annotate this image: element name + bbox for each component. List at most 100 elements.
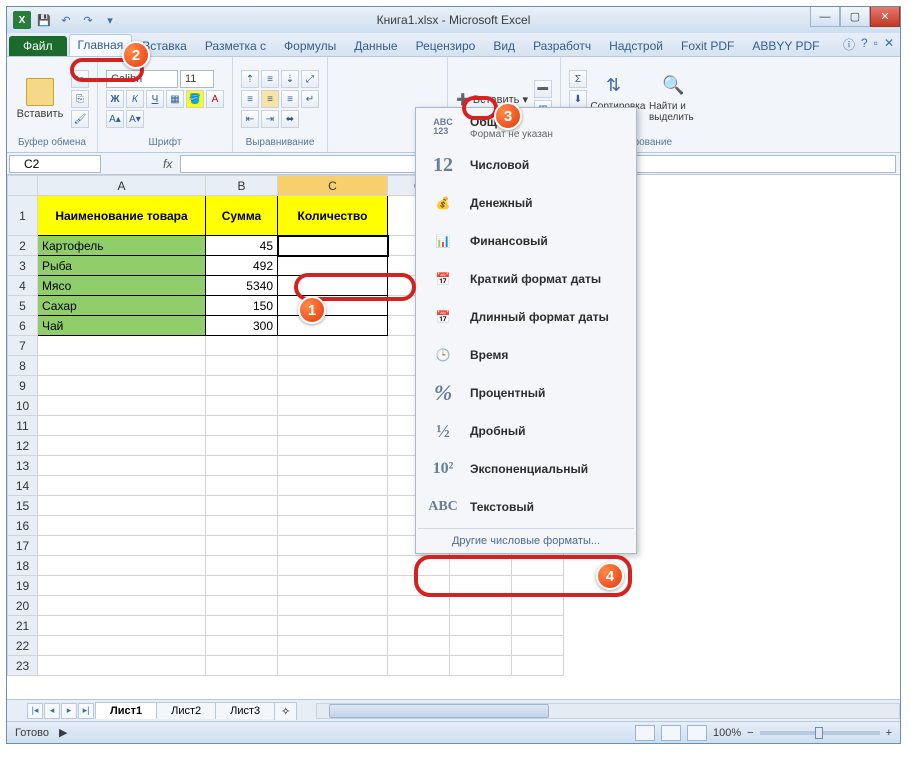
- cell-c3[interactable]: [278, 256, 388, 276]
- qat-customize-button[interactable]: ▾: [101, 11, 119, 29]
- tab-home[interactable]: Главная: [69, 34, 133, 56]
- sheet-tab-1[interactable]: Лист1: [95, 702, 157, 719]
- cell-a1[interactable]: Наименование товара: [38, 196, 206, 236]
- help-button[interactable]: ?: [861, 36, 868, 53]
- zoom-in-button[interactable]: +: [886, 727, 892, 739]
- maximize-button[interactable]: ▢: [840, 7, 870, 27]
- increase-indent-button[interactable]: ⇥: [261, 110, 279, 128]
- cell-a3[interactable]: Рыба: [38, 256, 206, 276]
- format-percent[interactable]: % Процентный: [416, 374, 636, 412]
- format-number[interactable]: 12 Числовой: [416, 146, 636, 184]
- qat-redo-button[interactable]: ↷: [79, 11, 97, 29]
- view-pagebreak-button[interactable]: [687, 725, 707, 741]
- tab-view[interactable]: Вид: [485, 36, 523, 56]
- format-text[interactable]: ABC Текстовый: [416, 488, 636, 526]
- scroll-thumb[interactable]: [329, 704, 549, 718]
- select-all-corner[interactable]: [8, 176, 38, 196]
- align-middle-button[interactable]: ≡: [261, 70, 279, 88]
- cut-button[interactable]: ✂: [71, 70, 89, 88]
- tab-review[interactable]: Рецензиро: [408, 36, 484, 56]
- paste-button[interactable]: Вставить: [15, 78, 65, 120]
- horizontal-scrollbar[interactable]: [316, 703, 900, 719]
- cell-c1[interactable]: Количество: [278, 196, 388, 236]
- close-button[interactable]: ✕: [870, 7, 900, 27]
- cell-c4[interactable]: [278, 276, 388, 296]
- zoom-level[interactable]: 100%: [713, 727, 741, 739]
- cell-b4[interactable]: 5340: [206, 276, 278, 296]
- fill-color-button[interactable]: 🪣: [186, 90, 204, 108]
- align-center-button[interactable]: ≡: [261, 90, 279, 108]
- align-right-button[interactable]: ≡: [281, 90, 299, 108]
- cell-a4[interactable]: Мясо: [38, 276, 206, 296]
- orientation-button[interactable]: ⤢: [301, 70, 319, 88]
- wrap-text-button[interactable]: ↵: [301, 90, 319, 108]
- more-formats-link[interactable]: Другие числовые форматы...: [418, 528, 634, 553]
- tab-developer[interactable]: Разработч: [525, 36, 599, 56]
- autosum-button[interactable]: Σ: [569, 70, 587, 88]
- find-select-button[interactable]: 🔍 Найти и выделить: [649, 75, 699, 123]
- sheet-tab-2[interactable]: Лист2: [156, 702, 216, 719]
- col-header-b[interactable]: B: [206, 176, 278, 196]
- col-header-c[interactable]: C: [278, 176, 388, 196]
- font-name-combo[interactable]: Calibri: [106, 70, 178, 88]
- sheet-nav-first[interactable]: |◂: [27, 703, 43, 719]
- align-top-button[interactable]: ⇡: [241, 70, 259, 88]
- close-workbook-button[interactable]: ✕: [884, 36, 894, 53]
- row-header-3[interactable]: 3: [8, 256, 38, 276]
- border-button[interactable]: ▦: [166, 90, 184, 108]
- font-size-combo[interactable]: 11: [180, 70, 214, 88]
- copy-button[interactable]: ⎘: [71, 90, 89, 108]
- cell-b3[interactable]: 492: [206, 256, 278, 276]
- bold-button[interactable]: Ж: [106, 90, 124, 108]
- format-scientific[interactable]: 10² Экспоненциальный: [416, 450, 636, 488]
- format-shortdate[interactable]: 📅 Краткий формат даты: [416, 260, 636, 298]
- format-time[interactable]: 🕒 Время: [416, 336, 636, 374]
- cell-c6[interactable]: [278, 316, 388, 336]
- minimize-ribbon-button[interactable]: ⓘ: [843, 36, 855, 53]
- sheet-nav-next[interactable]: ▸: [61, 703, 77, 719]
- format-accounting[interactable]: 📊 Финансовый: [416, 222, 636, 260]
- new-sheet-button[interactable]: ✧: [274, 702, 297, 720]
- format-general[interactable]: ABC123 ОбщийФормат не указан: [416, 108, 636, 146]
- align-bottom-button[interactable]: ⇣: [281, 70, 299, 88]
- format-painter-button[interactable]: 🖌: [71, 110, 89, 128]
- font-color-button[interactable]: A: [206, 90, 224, 108]
- macro-record-icon[interactable]: ▶: [59, 726, 67, 739]
- view-normal-button[interactable]: [635, 725, 655, 741]
- sheet-nav-prev[interactable]: ◂: [44, 703, 60, 719]
- cell-a2[interactable]: Картофель: [38, 236, 206, 256]
- file-tab[interactable]: Файл: [9, 36, 67, 56]
- tab-addins[interactable]: Надстрой: [601, 36, 671, 56]
- cell-a5[interactable]: Сахар: [38, 296, 206, 316]
- format-fraction[interactable]: ½ Дробный: [416, 412, 636, 450]
- zoom-slider[interactable]: [760, 731, 880, 735]
- insert-cells-button[interactable]: ➕ Вставить ▾: [456, 93, 528, 106]
- zoom-thumb[interactable]: [815, 727, 823, 739]
- underline-button[interactable]: Ч: [146, 90, 164, 108]
- row-header-1[interactable]: 1: [8, 196, 38, 236]
- name-box[interactable]: C2: [9, 155, 101, 173]
- format-currency[interactable]: 💰 Денежный: [416, 184, 636, 222]
- fx-label[interactable]: fx: [163, 157, 172, 171]
- minimize-button[interactable]: —: [810, 7, 840, 27]
- restore-window-button[interactable]: ▫: [874, 36, 878, 53]
- row-header-4[interactable]: 4: [8, 276, 38, 296]
- col-header-a[interactable]: A: [38, 176, 206, 196]
- row-header-6[interactable]: 6: [8, 316, 38, 336]
- qat-undo-button[interactable]: ↶: [57, 11, 75, 29]
- tab-pagelayout[interactable]: Разметка с: [197, 36, 274, 56]
- cell-b5[interactable]: 150: [206, 296, 278, 316]
- zoom-out-button[interactable]: −: [747, 727, 753, 739]
- increase-font-button[interactable]: A▴: [106, 110, 124, 128]
- tab-insert[interactable]: Вставка: [134, 36, 195, 56]
- merge-button[interactable]: ⬌: [281, 110, 299, 128]
- cell-b1[interactable]: Сумма: [206, 196, 278, 236]
- fill-button[interactable]: ⬇: [569, 90, 587, 108]
- decrease-indent-button[interactable]: ⇤: [241, 110, 259, 128]
- tab-formulas[interactable]: Формулы: [276, 36, 344, 56]
- row-header-5[interactable]: 5: [8, 296, 38, 316]
- qat-save-button[interactable]: 💾: [35, 11, 53, 29]
- tab-data[interactable]: Данные: [346, 36, 405, 56]
- delete-cells-button[interactable]: ➖: [534, 80, 552, 98]
- cell-c2[interactable]: [278, 236, 388, 256]
